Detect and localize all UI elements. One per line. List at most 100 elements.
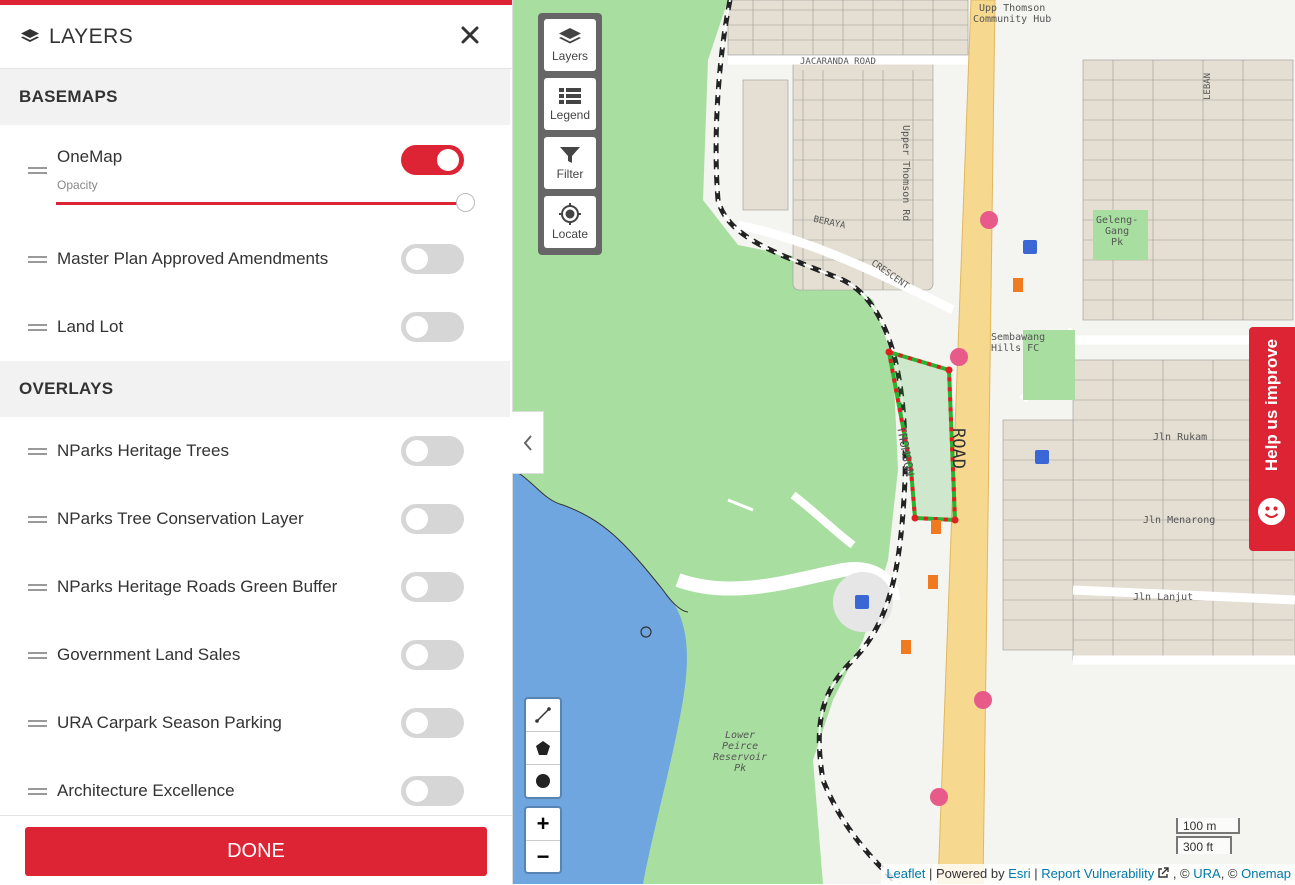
land-lot-toggle[interactable]	[401, 312, 464, 342]
panel-header: LAYERS	[0, 5, 512, 69]
drag-handle-icon[interactable]	[28, 584, 47, 591]
map-label-jln-lanjut: Jln Lanjut	[1133, 592, 1194, 603]
drag-handle-icon[interactable]	[28, 167, 47, 174]
panel-title: LAYERS	[49, 24, 134, 48]
drag-handle-icon[interactable]	[28, 448, 47, 455]
layer-label: Architecture Excellence	[57, 781, 235, 800]
layer-row-architecture-excellence: Architecture Excellence	[0, 757, 510, 815]
heritage-trees-toggle[interactable]	[401, 436, 464, 466]
panel-footer: DONE	[0, 815, 512, 885]
opacity-slider[interactable]	[56, 193, 475, 212]
layers-panel: LAYERS BASEMAPS OneMap Opacity Master Pl…	[0, 0, 513, 885]
layer-label: URA Carpark Season Parking	[57, 713, 282, 732]
layers-button[interactable]: Layers	[544, 19, 596, 71]
layer-row-government-land-sales: Government Land Sales	[0, 621, 510, 689]
chevron-left-icon	[523, 434, 532, 451]
map-label-community-hub: Upp Thomson Community Hub	[973, 3, 1052, 25]
drag-handle-icon[interactable]	[28, 256, 47, 263]
map-toolbar: Layers Legend Filter Locate	[538, 13, 602, 255]
polyline-icon	[535, 707, 551, 723]
drag-handle-icon[interactable]	[28, 652, 47, 659]
drag-handle-icon[interactable]	[28, 516, 47, 523]
draw-circle-button[interactable]	[526, 765, 560, 797]
help-us-improve-label: Help us improve	[1262, 338, 1281, 472]
map-attribution: Leaflet | Powered by Esri | Report Vulne…	[881, 864, 1295, 884]
drag-handle-icon[interactable]	[28, 720, 47, 727]
circle-icon	[536, 774, 550, 788]
layer-row-onemap: OneMap Opacity	[0, 125, 510, 225]
map-label-lower-peirce: Lower Peirce Reservoir Pk	[713, 730, 768, 774]
ura-carpark-toggle[interactable]	[401, 708, 464, 738]
attrib-text-3: , ©	[1169, 866, 1194, 881]
layers-list[interactable]: BASEMAPS OneMap Opacity Master Plan Appr…	[0, 69, 510, 815]
layer-row-land-lot: Land Lot	[0, 293, 510, 361]
filter-icon	[560, 147, 580, 163]
onemap-link[interactable]: Onemap	[1241, 866, 1291, 881]
collapse-panel-button[interactable]	[512, 411, 544, 474]
polygon-icon	[536, 741, 550, 755]
draw-polyline-button[interactable]	[526, 699, 560, 732]
locate-button[interactable]: Locate	[544, 196, 596, 248]
layer-row-master-plan: Master Plan Approved Amendments	[0, 225, 510, 293]
filter-button-label: Filter	[556, 167, 584, 181]
leaflet-link[interactable]: Leaflet	[886, 866, 925, 881]
toggle-knob	[406, 644, 428, 666]
done-button[interactable]: DONE	[25, 827, 487, 876]
tree-conservation-toggle[interactable]	[401, 504, 464, 534]
locate-icon	[559, 203, 581, 225]
map-label-jacaranda: JACARANDA ROAD	[800, 57, 876, 67]
master-plan-toggle[interactable]	[401, 244, 464, 274]
zoom-out-button[interactable]: −	[526, 841, 560, 873]
slider-thumb[interactable]	[456, 193, 475, 212]
layer-row-heritage-roads: NParks Heritage Roads Green Buffer	[0, 553, 510, 621]
report-vulnerability-link[interactable]: Report Vulnerability	[1041, 866, 1154, 881]
layers-icon	[21, 28, 39, 42]
zoom-control: + −	[524, 806, 562, 874]
close-icon[interactable]	[458, 23, 482, 47]
government-land-sales-toggle[interactable]	[401, 640, 464, 670]
attrib-text-1: | Powered by	[925, 866, 1009, 881]
ura-link[interactable]: URA	[1193, 866, 1220, 881]
drag-handle-icon[interactable]	[28, 324, 47, 331]
toggle-knob	[406, 712, 428, 734]
layer-label: OneMap	[57, 147, 123, 166]
map-label-road: ROAD	[948, 428, 968, 469]
map-view[interactable]: Upp Thomson Community Hub JACARANDA ROAD…	[513, 0, 1295, 884]
toggle-knob	[406, 576, 428, 598]
layers-button-label: Layers	[551, 49, 589, 63]
scale-bar: 100 m 300 ft	[1176, 818, 1240, 854]
layer-label: Master Plan Approved Amendments	[57, 249, 329, 268]
zoom-in-button[interactable]: +	[526, 808, 560, 841]
layer-row-ura-carpark: URA Carpark Season Parking	[0, 689, 510, 757]
layer-label: NParks Tree Conservation Layer	[57, 509, 304, 528]
map-label-upper-thomson-rd: Upper Thomson Rd	[900, 125, 911, 222]
toggle-knob	[406, 508, 428, 530]
smiley-icon	[1258, 498, 1285, 525]
toggle-knob	[406, 248, 428, 270]
filter-button[interactable]: Filter	[544, 137, 596, 189]
map-label-jln-rukam: Jln Rukam	[1153, 432, 1208, 443]
layer-row-heritage-trees: NParks Heritage Trees	[0, 417, 510, 485]
help-us-improve-button[interactable]: Help us improve	[1249, 327, 1295, 551]
layer-label: NParks Heritage Roads Green Buffer	[57, 577, 338, 596]
draw-toolbar	[524, 697, 562, 799]
layer-label: Government Land Sales	[57, 645, 241, 664]
onemap-toggle[interactable]	[401, 145, 464, 175]
opacity-label: Opacity	[57, 178, 98, 192]
map-label-leban: LEBAN	[1203, 72, 1213, 100]
esri-link[interactable]: Esri	[1008, 866, 1030, 881]
map-label-jln-menarong: Jln Menarong	[1143, 515, 1216, 526]
overlays-heading: OVERLAYS	[0, 361, 510, 417]
layer-label: NParks Heritage Trees	[57, 441, 229, 460]
architecture-excellence-toggle[interactable]	[401, 776, 464, 806]
draw-polygon-button[interactable]	[526, 732, 560, 765]
layer-row-tree-conservation: NParks Tree Conservation Layer	[0, 485, 510, 553]
layer-label: Land Lot	[57, 317, 124, 336]
legend-icon	[559, 88, 581, 104]
heritage-roads-toggle[interactable]	[401, 572, 464, 602]
legend-button[interactable]: Legend	[544, 78, 596, 130]
toggle-knob	[437, 149, 459, 171]
drag-handle-icon[interactable]	[28, 788, 47, 795]
map-label-sembawang-fc: Sembawang Hills FC	[991, 332, 1046, 354]
external-link-icon	[1158, 867, 1169, 878]
